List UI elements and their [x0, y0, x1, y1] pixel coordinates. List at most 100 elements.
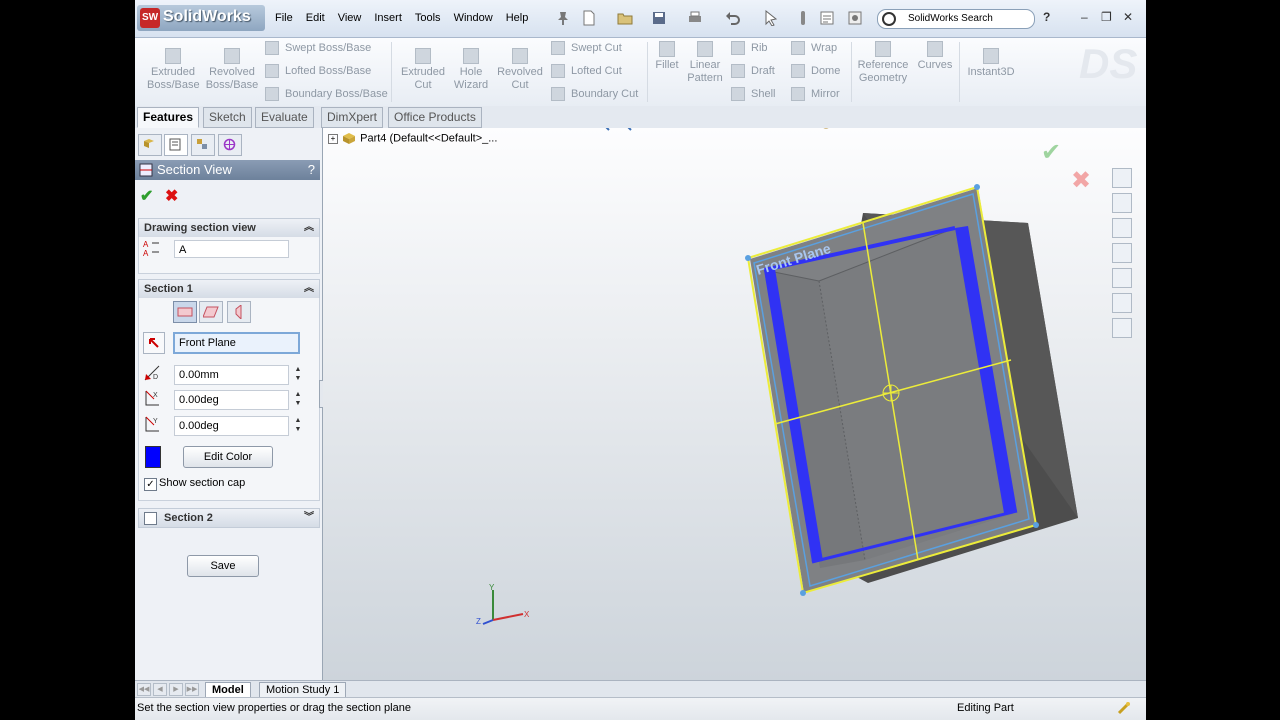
menu-view[interactable]: View [338, 12, 362, 24]
rotation-x-spin-buttons[interactable]: ▲ ▼ [293, 390, 303, 410]
ok-check-icon[interactable]: ✔ [140, 186, 153, 206]
menu-tools[interactable]: Tools [415, 12, 441, 24]
help-icon[interactable]: ? [1043, 10, 1050, 24]
section1-header[interactable]: Section 1 ︽ [138, 279, 320, 299]
solidworks-resources-icon[interactable] [1112, 168, 1132, 188]
offset-section-button[interactable] [227, 301, 251, 323]
linear-pattern-button[interactable]: Linear Pattern [685, 41, 725, 85]
instant3d-button[interactable]: Instant3D [963, 48, 1019, 79]
file-properties-icon[interactable] [819, 10, 835, 26]
rotation-y-input[interactable]: 0.00deg [174, 416, 289, 436]
extruded-cut-button[interactable]: Extruded Cut [397, 48, 449, 92]
cancel-x-icon[interactable]: ✖ [165, 186, 178, 206]
dimxpert-manager-tab[interactable] [218, 134, 242, 156]
wrap-button[interactable]: Wrap [791, 41, 837, 55]
swept-boss-button[interactable]: Swept Boss/Base [265, 41, 371, 55]
lofted-boss-button[interactable]: Lofted Boss/Base [265, 64, 371, 78]
close-button[interactable]: ✕ [1123, 10, 1133, 24]
new-document-icon[interactable] [581, 10, 597, 26]
tab-features[interactable]: Features [137, 107, 200, 128]
options-icon[interactable] [847, 10, 863, 26]
print-icon[interactable] [687, 10, 703, 26]
pin-icon[interactable] [555, 10, 571, 26]
custom-properties-icon[interactable] [1112, 318, 1132, 338]
first-tab-arrow[interactable]: ◀◀ [137, 683, 151, 696]
tab-office-products[interactable]: Office Products [388, 107, 482, 128]
mirror-icon [791, 87, 805, 101]
menu-edit[interactable]: Edit [306, 12, 325, 24]
save-icon[interactable] [651, 10, 667, 26]
collapse-chevron-icon[interactable]: ︽ [304, 219, 314, 237]
menu-help[interactable]: Help [506, 12, 529, 24]
tab-dimxpert[interactable]: DimXpert [321, 107, 384, 128]
dome-button[interactable]: Dome [791, 64, 840, 78]
swept-cut-button[interactable]: Swept Cut [551, 41, 622, 55]
zonal-section-button[interactable] [199, 301, 223, 323]
revolved-boss-button[interactable]: Revolved Boss/Base [205, 48, 259, 92]
draft-button[interactable]: Draft [731, 64, 775, 78]
shell-button[interactable]: Shell [731, 87, 775, 101]
search-box[interactable]: SolidWorks Search [877, 9, 1035, 29]
hole-wizard-button[interactable]: Hole Wizard [451, 48, 491, 92]
mirror-button[interactable]: Mirror [791, 87, 840, 101]
rebuild-icon[interactable] [795, 10, 811, 26]
offset-spin-buttons[interactable]: ▲ ▼ [293, 365, 303, 385]
rebuild-status-icon[interactable] [1117, 701, 1131, 715]
section-plane-selection[interactable]: Front Plane [173, 332, 300, 354]
dimxpert-icon [223, 138, 236, 151]
extruded-boss-label-1: Extruded [150, 66, 196, 78]
configuration-manager-tab[interactable] [191, 134, 215, 156]
help-question-icon[interactable]: ? [308, 160, 315, 180]
minimize-button[interactable]: – [1081, 10, 1088, 24]
rotation-y-icon: Y [145, 416, 159, 432]
last-tab-arrow[interactable]: ▶▶ [185, 683, 199, 696]
select-arrow-icon[interactable] [763, 10, 779, 26]
instant3d-label: Instant3D [967, 66, 1015, 78]
menu-insert[interactable]: Insert [374, 12, 402, 24]
boundary-boss-button[interactable]: Boundary Boss/Base [265, 87, 388, 101]
offset-distance-input[interactable]: 0.00mm [174, 365, 289, 385]
solidworks-logo[interactable]: SW SolidWorks [137, 5, 265, 31]
next-tab-arrow[interactable]: ▶ [169, 683, 183, 696]
file-explorer-icon[interactable] [1112, 218, 1132, 238]
graphics-area[interactable]: + Part4 (Default<<Default>_... – ❐ ✕ ✔ ✖ [323, 128, 1146, 680]
tab-evaluate[interactable]: Evaluate [255, 107, 314, 128]
appearances-icon[interactable] [1112, 293, 1132, 313]
menu-window[interactable]: Window [454, 12, 493, 24]
curves-button[interactable]: Curves [915, 41, 955, 72]
section2-checkbox[interactable] [144, 512, 157, 525]
feature-manager-tab[interactable] [138, 134, 162, 156]
property-manager-tab[interactable] [164, 134, 188, 156]
sw-logo-icon: SW [140, 8, 160, 28]
tab-motion-study-1[interactable]: Motion Study 1 [259, 682, 347, 698]
menu-file[interactable]: File [275, 12, 293, 24]
restore-button[interactable]: ❐ [1101, 10, 1112, 24]
fillet-button[interactable]: Fillet [651, 41, 683, 72]
search-results-icon[interactable] [1112, 243, 1132, 263]
save-button[interactable]: Save [187, 555, 259, 577]
prev-tab-arrow[interactable]: ◀ [153, 683, 167, 696]
section2-header[interactable]: Section 2 ︾ [138, 508, 320, 528]
revolved-cut-button[interactable]: Revolved Cut [495, 48, 545, 92]
show-section-cap-checkbox[interactable]: ✓ [144, 478, 157, 491]
planar-section-button[interactable] [173, 301, 197, 323]
lofted-cut-button[interactable]: Lofted Cut [551, 64, 622, 78]
open-folder-icon[interactable] [617, 10, 633, 26]
tab-model[interactable]: Model [205, 682, 251, 698]
view-palette-icon[interactable] [1112, 268, 1132, 288]
expand-chevron-icon[interactable]: ︾ [304, 509, 314, 527]
collapse-chevron-icon[interactable]: ︽ [304, 280, 314, 298]
edit-color-button[interactable]: Edit Color [183, 446, 273, 468]
section-name-input[interactable]: A [174, 240, 289, 258]
design-library-icon[interactable] [1112, 193, 1132, 213]
rib-button[interactable]: Rib [731, 41, 768, 55]
tab-sketch[interactable]: Sketch [203, 107, 252, 128]
boundary-cut-button[interactable]: Boundary Cut [551, 87, 638, 101]
reference-geometry-button[interactable]: Reference Geometry [855, 41, 911, 85]
undo-icon[interactable] [725, 10, 741, 26]
reverse-direction-button[interactable] [143, 332, 165, 354]
drawing-section-view-header[interactable]: Drawing section view ︽ [138, 218, 320, 238]
extruded-boss-button[interactable]: Extruded Boss/Base [147, 48, 200, 92]
rotation-y-spin-buttons[interactable]: ▲ ▼ [293, 416, 303, 436]
rotation-x-input[interactable]: 0.00deg [174, 390, 289, 410]
